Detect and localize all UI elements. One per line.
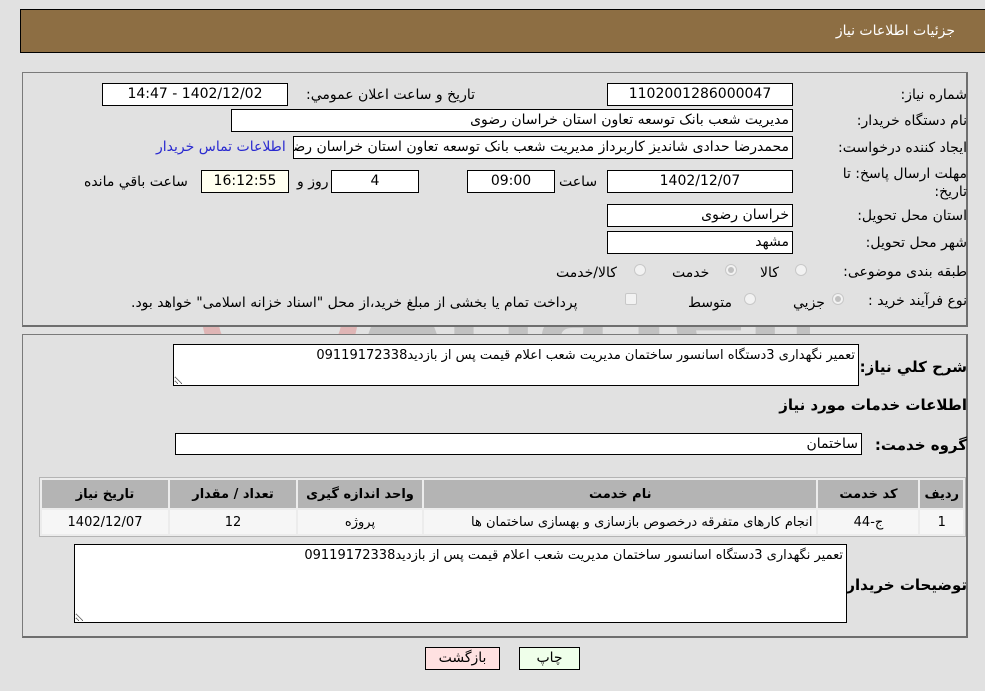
category-option-goods-service: کالا/خدمت: [556, 265, 617, 281]
remaining-time-label: ساعت باقي مانده: [84, 174, 188, 190]
remaining-time-field: 16:12:55: [201, 170, 289, 193]
buyer-org-label: نام دستگاه خريدار:: [856, 113, 967, 129]
purchase-type-radio-medium[interactable]: [744, 293, 756, 305]
purchase-type-option-medium: متوسط: [688, 295, 732, 311]
buyer-org-field: مدیریت شعب بانک توسعه تعاون استان خراسان…: [231, 109, 793, 132]
category-option-service: خدمت: [672, 265, 710, 281]
deadline-time-label: ساعت: [559, 174, 598, 190]
cell-need-date: 1402/12/07: [42, 510, 168, 534]
purchase-type-radio-minor[interactable]: [832, 293, 844, 305]
service-group-field: ساختمان: [175, 433, 862, 455]
services-table: رديف کد خدمت نام خدمت واحد اندازه گيری ت…: [39, 477, 966, 537]
requester-label: ايجاد کننده درخواست:: [838, 140, 967, 156]
back-button[interactable]: بازگشت: [425, 647, 500, 670]
description-textarea[interactable]: [173, 344, 859, 386]
col-header-service-code: کد خدمت: [818, 480, 919, 508]
col-header-service-name: نام خدمت: [424, 480, 817, 508]
col-header-need-date: تاريخ نياز: [42, 480, 168, 508]
col-header-quantity: تعداد / مقدار: [170, 480, 296, 508]
deadline-label: مهلت ارسال پاسخ: تا تاریخ:: [842, 166, 967, 200]
cell-service-name: انجام کارهای متفرقه درخصوص بازسازی و بهس…: [424, 510, 817, 534]
requester-field: محمدرضا حدادی شاندیز کاربرداز مدیریت شعب…: [293, 136, 793, 159]
services-heading: اطلاعات خدمات مورد نياز: [779, 396, 967, 414]
buyer-notes-label: توضيحات خريدار:: [840, 576, 967, 594]
delivery-city-label: شهر محل تحویل:: [865, 235, 967, 251]
purchase-type-option-minor: جزيي: [793, 295, 825, 311]
treasury-note: پرداخت تمام يا بخشی از مبلغ خريد،از محل …: [131, 295, 578, 311]
category-radio-goods[interactable]: [795, 264, 807, 276]
need-number-field: 1102001286000047: [607, 83, 793, 106]
page-title: جزئیات اطلاعات نیاز: [835, 23, 955, 39]
table-row: 1 ج-44 انجام کارهای متفرقه درخصوص بازساز…: [42, 510, 963, 534]
buyer-notes-textarea[interactable]: [74, 544, 847, 623]
need-number-label: شماره نیاز:: [900, 87, 968, 103]
deadline-date-field: 1402/12/07: [607, 170, 793, 193]
category-radio-goods-service[interactable]: [634, 264, 646, 276]
category-option-goods: کالا: [760, 265, 779, 281]
purchase-type-label: نوع فرآيند خريد :: [868, 293, 967, 309]
cell-row-number: 1: [920, 510, 963, 534]
remaining-days-label: روز و: [297, 174, 329, 190]
delivery-city-field: مشهد: [607, 231, 793, 254]
announce-datetime-label: تاریخ و ساعت اعلان عمومي:: [306, 87, 475, 103]
cell-quantity: 12: [170, 510, 296, 534]
category-label: طبقه بندی موضوعی:: [843, 264, 967, 280]
print-button[interactable]: چاپ: [519, 647, 580, 670]
announce-datetime-field: 1402/12/02 - 14:47: [102, 83, 288, 106]
col-header-row-number: رديف: [920, 480, 963, 508]
category-radio-service[interactable]: [725, 264, 737, 276]
delivery-province-field: خراسان رضوی: [607, 204, 793, 227]
deadline-time-field: 09:00: [467, 170, 555, 193]
page-header: جزئیات اطلاعات نیاز: [20, 9, 985, 53]
cell-service-code: ج-44: [818, 510, 919, 534]
remaining-days-field: 4: [331, 170, 419, 193]
service-group-label: گروه خدمت:: [874, 436, 967, 454]
treasury-checkbox[interactable]: [625, 293, 637, 305]
cell-unit: پروژه: [298, 510, 422, 534]
description-label: شرح كلي نياز:: [859, 358, 967, 376]
table-header-row: رديف کد خدمت نام خدمت واحد اندازه گيری ت…: [42, 480, 963, 508]
delivery-province-label: استان محل تحویل:: [857, 208, 967, 224]
buyer-contact-link[interactable]: اطلاعات تماس خريدار: [156, 139, 286, 155]
col-header-unit: واحد اندازه گيری: [298, 480, 422, 508]
